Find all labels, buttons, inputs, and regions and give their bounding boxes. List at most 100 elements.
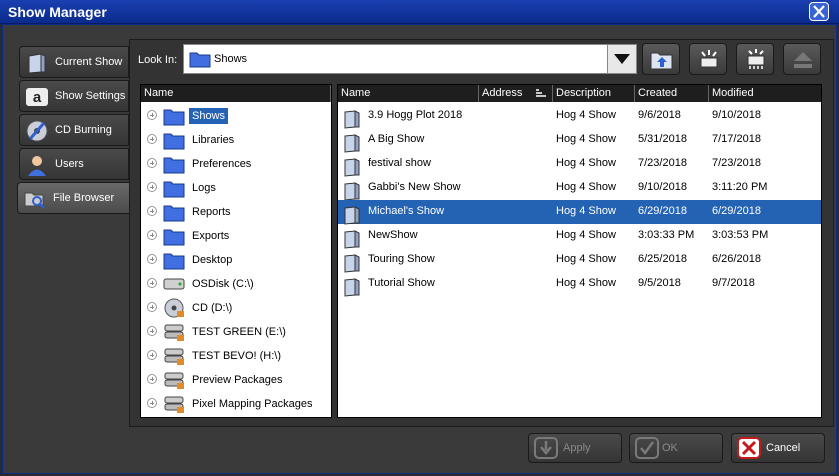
sidebar-item-file-browser[interactable]: File Browser [17,182,131,214]
file-row[interactable]: Tutorial Show Hog 4 Show 9/5/2018 9/7/2018 [338,272,821,297]
expand-icon[interactable] [147,278,157,288]
column-header-address-label: Address [482,87,523,99]
close-button[interactable] [809,2,829,21]
folder-icon [189,52,211,68]
drive-icon [163,322,185,342]
expand-icon[interactable] [147,134,157,144]
file-row[interactable]: Michael's Show Hog 4 Show 6/29/2018 6/29/20… [338,200,821,225]
expand-icon[interactable] [147,158,157,168]
look-in-dropdown-button[interactable] [607,44,637,74]
file-cell-created: 6/29/2018 [638,205,687,217]
column-header-created[interactable]: Created [635,85,709,102]
file-cell-name: Tutorial Show [368,277,435,289]
tree-item[interactable]: Libraries [141,128,331,152]
folder-icon [163,106,185,126]
new-folder-button[interactable] [689,43,727,75]
expand-icon[interactable] [147,350,157,360]
ok-button[interactable]: OK [629,433,723,463]
apply-button[interactable]: Apply [528,433,622,463]
sidebar-item-label: Users [55,158,84,170]
column-header-name[interactable]: Name [338,85,479,102]
file-cell-created: 5/31/2018 [638,133,687,145]
show-file-icon [342,157,362,177]
drive-icon [163,370,185,390]
cd-burning-icon [26,120,48,142]
expand-icon[interactable] [147,302,157,312]
file-cell-modified: 6/29/2018 [712,205,761,217]
expand-icon[interactable] [147,326,157,336]
tree-item[interactable]: TEST GREEN (E:\) [141,320,331,344]
tree-item[interactable]: Reports [141,200,331,224]
tree-item[interactable]: Exports [141,224,331,248]
expand-icon[interactable] [147,206,157,216]
tree-item-label: Desktop [192,254,233,266]
tree-item-label: Libraries [192,134,235,146]
expand-icon[interactable] [147,374,157,384]
column-header-modified[interactable]: Modified [709,85,821,102]
column-header-address[interactable]: Address [479,85,553,102]
file-cell-name: Michael's Show [368,205,445,217]
tree-item-label: Logs [192,182,216,194]
expand-icon[interactable] [147,230,157,240]
look-in-value: Shows [214,53,248,65]
tree-item[interactable]: Preferences [141,152,331,176]
file-list[interactable]: Name Address Description Created Modifie… [337,84,822,418]
file-cell-description: Hog 4 Show [556,157,616,169]
file-row[interactable]: 3.9 Hogg Plot 2018 Hog 4 Show 9/6/2018 9/10… [338,104,821,129]
tree-item[interactable]: Pixel Mapping Packages [141,392,331,416]
sidebar-item-label: Show Settings [55,90,126,102]
tree-item[interactable]: Desktop [141,248,331,272]
expand-icon[interactable] [147,182,157,192]
close-icon [813,5,825,18]
light-button[interactable] [736,43,774,75]
tree-item[interactable]: TEST BEVO! (H:\) [141,344,331,368]
sidebar-item-label: File Browser [53,192,115,204]
file-row[interactable]: Touring Show Hog 4 Show 6/25/2018 6/26/2018 [338,248,821,273]
file-cell-name: Gabbi's New Show [368,181,461,193]
light-icon [700,50,718,68]
sidebar-item-cd-burning[interactable]: CD Burning [19,114,129,146]
tree-item-label: Preview Packages [192,374,283,386]
file-cell-modified: 7/17/2018 [712,133,761,145]
expand-icon[interactable] [147,398,157,408]
folder-tree[interactable]: Name Shows Libraries Preferences Logs Report… [140,84,332,418]
light-icon [747,49,765,69]
file-row[interactable]: festival show Hog 4 Show 7/23/2018 7/23/201… [338,152,821,177]
file-cell-modified: 3:03:53 PM [712,229,769,241]
tree-item-label: Pixel Mapping Packages [192,398,313,410]
file-row[interactable]: NewShow Hog 4 Show 3:03:33 PM 3:03:53 PM [338,224,821,249]
look-in-dropdown[interactable]: Shows [183,44,637,74]
folder-icon [163,154,185,174]
tree-item[interactable]: OSDisk (C:\) [141,272,331,296]
apply-icon [534,437,558,459]
cancel-button[interactable]: Cancel [731,433,825,463]
file-cell-description: Hog 4 Show [556,277,616,289]
tree-item[interactable]: Preview Packages [141,368,331,392]
window-title: Show Manager [8,4,107,20]
sidebar-item-current-show[interactable]: Current Show [19,46,129,78]
title-bar: Show Manager [0,0,839,24]
cancel-icon [737,437,761,459]
file-cell-modified: 6/26/2018 [712,253,761,265]
file-row[interactable]: Gabbi's New Show Hog 4 Show 9/10/2018 3:11:… [338,176,821,201]
sidebar-item-users[interactable]: Users [19,148,129,180]
tree-column-header[interactable]: Name [141,85,331,102]
tree-item[interactable]: Logs [141,176,331,200]
look-in-label: Look In: [138,54,178,66]
file-cell-created: 6/25/2018 [638,253,687,265]
show-file-icon [342,109,362,129]
tree-item-label: OSDisk (C:\) [192,278,254,290]
file-cell-created: 7/23/2018 [638,157,687,169]
tree-item[interactable]: CD (D:\) [141,296,331,320]
sidebar-item-show-settings[interactable]: a Show Settings [19,80,129,112]
expand-icon[interactable] [147,254,157,264]
up-folder-button[interactable] [642,43,680,75]
expand-icon[interactable] [147,110,157,120]
tree-item[interactable]: Shows [141,104,331,128]
eject-button[interactable] [783,43,821,75]
file-browser-icon [24,192,45,209]
file-cell-created: 3:03:33 PM [638,229,695,241]
column-header-description[interactable]: Description [553,85,635,102]
file-cell-created: 9/6/2018 [638,109,681,121]
file-row[interactable]: A Big Show Hog 4 Show 5/31/2018 7/17/2018 [338,128,821,153]
